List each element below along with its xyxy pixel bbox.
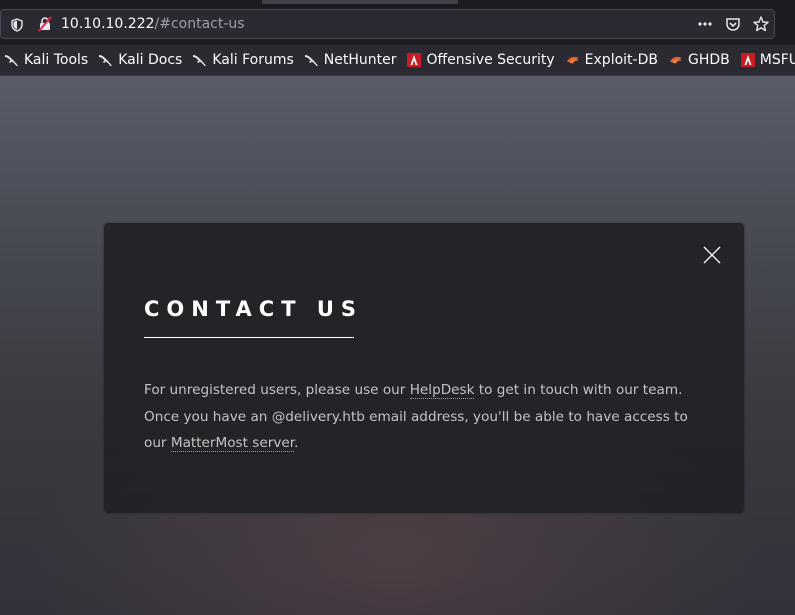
kali-dragon-icon bbox=[4, 52, 20, 68]
bookmark-label: GHDB bbox=[687, 52, 730, 68]
bookmark-item[interactable]: Offensive Security bbox=[402, 47, 560, 73]
bookmark-star-icon[interactable] bbox=[752, 15, 770, 33]
kali-dragon-icon bbox=[304, 52, 320, 68]
insecure-lock-icon[interactable] bbox=[37, 16, 53, 32]
offsec-icon bbox=[406, 52, 422, 68]
title-underline bbox=[144, 337, 354, 338]
bookmark-item[interactable]: NetHunter bbox=[300, 47, 403, 73]
bookmark-label: Offensive Security bbox=[426, 52, 555, 68]
mattermost-link[interactable]: MatterMost server bbox=[170, 435, 295, 452]
exploitdb-icon bbox=[565, 52, 581, 68]
bookmark-label: Exploit-DB bbox=[584, 52, 658, 68]
body-text-1: For unregistered users, please use our bbox=[144, 382, 410, 398]
bookmark-item[interactable]: Kali Tools bbox=[0, 47, 94, 73]
close-icon[interactable] bbox=[700, 243, 724, 267]
helpdesk-link[interactable]: HelpDesk bbox=[409, 382, 475, 399]
page-content: CONTACT US For unregistered users, pleas… bbox=[0, 76, 795, 615]
bookmark-item[interactable]: MSFU bbox=[736, 47, 795, 73]
bookmark-item[interactable]: Kali Docs bbox=[94, 47, 188, 73]
more-icon[interactable] bbox=[696, 15, 714, 33]
url-actions bbox=[696, 14, 770, 34]
body-text-3: . bbox=[294, 435, 299, 451]
bookmark-label: Kali Forums bbox=[212, 52, 294, 68]
navigation-toolbar: 10.10.10.222/#contact-us bbox=[0, 0, 795, 45]
bookmark-item[interactable]: Exploit-DB bbox=[561, 47, 664, 73]
kali-dragon-icon bbox=[98, 52, 114, 68]
bookmark-label: Kali Docs bbox=[118, 52, 183, 68]
modal-title: CONTACT US bbox=[144, 297, 364, 321]
url-host: 10.10.10.222 bbox=[61, 16, 155, 32]
url-text[interactable]: 10.10.10.222/#contact-us bbox=[61, 15, 245, 33]
bookmarks-toolbar: Kali Tools Kali Docs Kali Forums NetHunter O… bbox=[0, 45, 795, 76]
bookmark-item[interactable]: GHDB bbox=[664, 47, 736, 73]
browser-window: 10.10.10.222/#contact-us Kali Tools Kali… bbox=[0, 0, 795, 615]
url-path: /#contact-us bbox=[154, 16, 245, 32]
url-bar[interactable]: 10.10.10.222/#contact-us bbox=[0, 9, 775, 39]
bookmark-label: NetHunter bbox=[323, 52, 397, 68]
exploitdb-icon bbox=[668, 52, 684, 68]
modal-body-text: For unregistered users, please use our H… bbox=[144, 377, 704, 457]
tracking-protection-shield-icon[interactable] bbox=[10, 17, 24, 32]
offsec-icon bbox=[740, 52, 756, 68]
bookmark-label: Kali Tools bbox=[24, 52, 89, 68]
active-tab-edge[interactable] bbox=[262, 0, 458, 4]
kali-dragon-icon bbox=[192, 52, 208, 68]
bookmark-item[interactable]: Kali Forums bbox=[188, 47, 299, 73]
bookmark-label: MSFU bbox=[759, 52, 795, 68]
contact-modal: CONTACT US For unregistered users, pleas… bbox=[104, 223, 744, 513]
pocket-icon[interactable] bbox=[724, 15, 742, 33]
